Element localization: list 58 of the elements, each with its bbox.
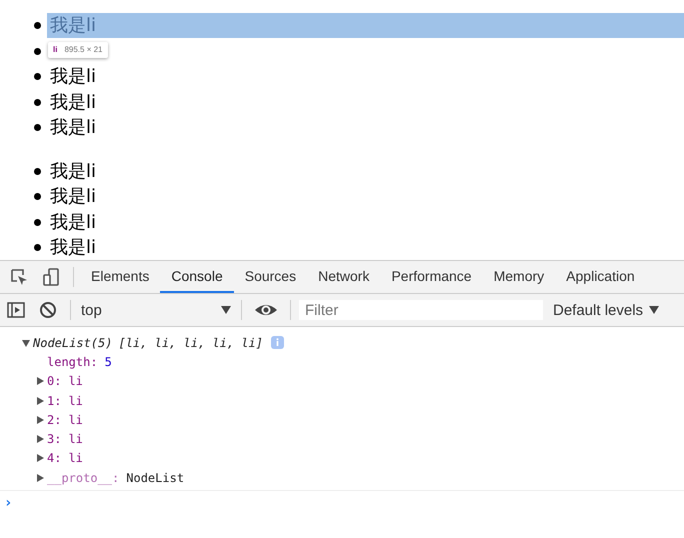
list-item-text: 我是li xyxy=(49,90,98,115)
list-item-text: 我是li xyxy=(47,13,684,38)
bullet-icon xyxy=(34,22,41,30)
expanded-triangle-icon[interactable] xyxy=(22,338,30,347)
list-item-text: 我是li xyxy=(49,185,98,210)
bullet-icon xyxy=(34,73,41,80)
list-item-text: 我是li xyxy=(49,210,98,235)
collapsed-triangle-icon[interactable] xyxy=(36,435,44,444)
list-item-text: 我是li xyxy=(49,236,98,260)
collapsed-triangle-icon[interactable] xyxy=(36,377,44,386)
bullet-icon xyxy=(34,193,41,200)
inspect-icon[interactable] xyxy=(9,267,29,287)
clear-icon[interactable] xyxy=(38,300,58,320)
object-preview: [li, li, li, li, li] xyxy=(118,336,263,350)
bullet-icon xyxy=(34,244,41,252)
collapsed-triangle-icon[interactable] xyxy=(36,454,44,462)
property-key: length: xyxy=(47,354,98,369)
bullet-icon xyxy=(34,124,41,132)
property-key: 2: xyxy=(47,412,62,427)
bullet-icon xyxy=(34,48,41,55)
context-dropdown[interactable]: top xyxy=(77,302,235,318)
filter-field[interactable]: Filter xyxy=(299,300,543,320)
tag-name: li xyxy=(53,45,58,55)
list-item-text: 我是li xyxy=(49,65,98,90)
object-title: NodeList(5) xyxy=(33,336,112,350)
property-value: NodeList xyxy=(126,470,184,485)
property-key: 1: xyxy=(47,394,62,408)
devtools-tab[interactable]: Application xyxy=(555,261,646,293)
property-value: li xyxy=(68,451,83,466)
devtools-tab[interactable]: Elements xyxy=(80,261,160,293)
bullet-icon xyxy=(34,168,41,175)
prompt-icon: › xyxy=(4,495,12,512)
property-value: li xyxy=(68,394,83,408)
devtools-tab[interactable]: Performance xyxy=(380,261,483,293)
element-size: 895.5 × 21 xyxy=(64,45,102,55)
property-value: li xyxy=(68,412,83,427)
property-key: 4: xyxy=(47,451,62,466)
caret-icon xyxy=(649,306,660,314)
sidebar-toggle-icon[interactable] xyxy=(6,300,26,320)
collapsed-triangle-icon[interactable] xyxy=(36,416,44,424)
levels-dropdown[interactable]: Default levels xyxy=(547,300,666,320)
property-key: __proto__: xyxy=(47,470,120,485)
property-key: 0: xyxy=(47,374,62,388)
property-value: li xyxy=(68,374,83,388)
list-item-text: 我是li xyxy=(49,116,98,140)
caret-icon xyxy=(221,306,231,314)
device-icon[interactable] xyxy=(41,267,61,287)
devtools-tab[interactable]: Memory xyxy=(482,261,556,293)
devtools-tab[interactable]: Sources xyxy=(234,261,308,293)
list-item-text: 我是li xyxy=(49,160,98,184)
bullet-icon xyxy=(34,218,41,226)
property-value: li xyxy=(68,432,83,446)
collapsed-triangle-icon[interactable] xyxy=(36,474,44,482)
devtools-tab[interactable]: Network xyxy=(307,261,380,293)
collapsed-triangle-icon[interactable] xyxy=(36,396,44,405)
property-key: 3: xyxy=(47,432,62,446)
bullet-icon xyxy=(34,98,41,106)
property-value: 5 xyxy=(104,354,112,369)
